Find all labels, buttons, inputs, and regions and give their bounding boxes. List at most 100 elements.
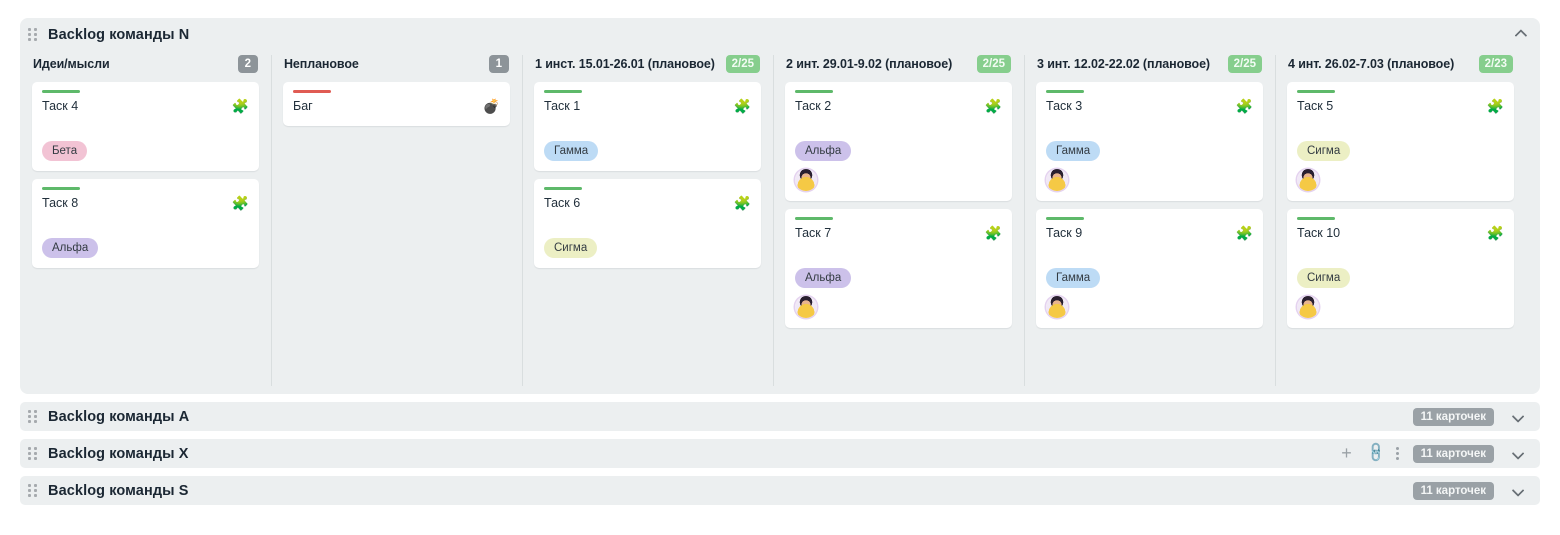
chevron-down-icon[interactable]: [1508, 407, 1530, 427]
card-title-row: Таск 5 🧩: [1297, 99, 1504, 114]
card-title-row: Таск 9🧩: [1046, 226, 1253, 241]
card-title-row: Таск 10 🧩: [1297, 226, 1504, 241]
card-color-bar: [1046, 90, 1084, 93]
column-count-badge: 2/25: [726, 55, 760, 73]
column-count-badge: 2: [238, 55, 258, 73]
card-color-bar: [1046, 217, 1084, 220]
board-column: 1 инст. 15.01-26.01 (плановое)2/25Таск 1…: [522, 51, 773, 394]
task-card[interactable]: Таск 9🧩Гамма: [1036, 209, 1263, 328]
drag-handle-icon[interactable]: [28, 28, 40, 42]
card-tag: Сигма: [1297, 268, 1350, 288]
drag-handle-icon[interactable]: [28, 410, 40, 424]
task-card[interactable]: Таск 7🧩Альфа: [785, 209, 1012, 328]
drag-handle-icon[interactable]: [28, 484, 40, 498]
avatar[interactable]: [1297, 169, 1319, 191]
drag-handle-icon[interactable]: [28, 447, 40, 461]
swimlane-title: Backlog команды N: [48, 27, 189, 43]
card-tag: Альфа: [42, 238, 98, 258]
card-title: Таск 5: [1297, 99, 1333, 114]
puzzle-icon: 🧩: [232, 99, 249, 113]
column-header[interactable]: Неплановое 1: [283, 51, 510, 77]
card-tag: Сигма: [544, 238, 597, 258]
task-card[interactable]: Таск 1🧩Гамма: [534, 82, 761, 171]
more-vertical-icon[interactable]: [1396, 447, 1399, 460]
swimlane-collapsed[interactable]: Backlog команды A+🔗11 карточек: [20, 402, 1540, 431]
card-title: Баг: [293, 99, 313, 114]
column-count-badge: 2/25: [977, 55, 1011, 73]
column-title: 2 инт. 29.01-9.02 (плановое): [786, 57, 952, 71]
swimlane-actions: + 🔗 11 карточек: [1340, 444, 1530, 464]
task-card[interactable]: Таск 6🧩 Сигма: [534, 179, 761, 268]
task-card[interactable]: Таск 3🧩Гамма: [1036, 82, 1263, 201]
column-header[interactable]: 1 инст. 15.01-26.01 (плановое) 2/25: [534, 51, 761, 77]
board-columns: Идеи/мысли2Таск 4🧩БетаТаск 8🧩АльфаНеплан…: [20, 51, 1540, 394]
task-card[interactable]: Таск 8🧩 Альфа: [32, 179, 259, 268]
card-list: Таск 4🧩БетаТаск 8🧩Альфа: [32, 82, 259, 268]
card-list: Таск 5 🧩 СигмаТаск 10 🧩 Сигма: [1287, 82, 1514, 328]
puzzle-icon: 🧩: [1487, 99, 1504, 113]
avatar[interactable]: [1046, 296, 1068, 318]
card-title-row: Таск 8🧩: [42, 196, 249, 211]
task-card[interactable]: Баг 💣: [283, 82, 510, 126]
avatar[interactable]: [1297, 296, 1319, 318]
card-title-row: Баг 💣: [293, 99, 500, 114]
board-column: 4 инт. 26.02-7.03 (плановое)2/23 Таск 5 🧩 С…: [1275, 51, 1526, 394]
card-list: Таск 1🧩ГаммаТаск 6🧩Сигма: [534, 82, 761, 268]
card-title: Таск 10: [1297, 226, 1340, 241]
card-tag: Альфа: [795, 141, 851, 161]
puzzle-icon: 🧩: [1487, 226, 1504, 240]
avatar[interactable]: [1046, 169, 1068, 191]
column-header[interactable]: 4 инт. 26.02-7.03 (плановое)2/23: [1287, 51, 1514, 77]
avatar[interactable]: [795, 296, 817, 318]
task-card[interactable]: Таск 5🧩Сигма: [1287, 82, 1514, 201]
card-color-bar: [42, 90, 80, 93]
task-card[interactable]: Таск 4🧩Бета: [32, 82, 259, 171]
card-color-bar: [1297, 217, 1335, 220]
card-title: Таск 4: [42, 99, 78, 114]
card-tag: Гамма: [544, 141, 598, 161]
card-count-badge: 11 карточек: [1413, 408, 1494, 426]
column-title: Неплановое: [284, 57, 359, 71]
kanban-board-page: Backlog команды N Идеи/мысли2Таск 4🧩Бета…: [0, 0, 1560, 535]
card-color-bar: [293, 90, 331, 93]
swimlane-collapsed[interactable]: Backlog команды S+🔗11 карточек: [20, 476, 1540, 505]
column-title: 4 инт. 26.02-7.03 (плановое): [1288, 57, 1454, 71]
task-card[interactable]: Таск 2🧩 Альфа: [785, 82, 1012, 201]
column-header[interactable]: 2 инт. 29.01-9.02 (плановое) 2/25: [785, 51, 1012, 77]
chevron-down-icon[interactable]: [1508, 481, 1530, 501]
avatar[interactable]: [795, 169, 817, 191]
column-title: 3 инт. 12.02-22.02 (плановое): [1037, 57, 1210, 71]
swimlane-title: Backlog команды A: [48, 409, 189, 425]
column-header[interactable]: Идеи/мысли 2: [32, 51, 259, 77]
column-title: 1 инст. 15.01-26.01 (плановое): [535, 57, 715, 71]
swimlane-actions: +🔗11 карточек: [1340, 481, 1530, 501]
board-column: Неплановое 1 Баг 💣: [271, 51, 522, 394]
chevron-up-icon[interactable]: [1508, 24, 1530, 46]
column-header[interactable]: 3 инт. 12.02-22.02 (плановое)2/25: [1036, 51, 1263, 77]
card-count-badge: 11 карточек: [1413, 482, 1494, 500]
task-card[interactable]: Таск 10 🧩 Сигма: [1287, 209, 1514, 328]
chevron-down-icon[interactable]: [1508, 444, 1530, 464]
card-title-row: Таск 4 🧩: [42, 99, 249, 114]
board-column: 2 инт. 29.01-9.02 (плановое) 2/25 Таск 2🧩 А…: [773, 51, 1024, 394]
collapsed-swimlanes: Backlog команды A+🔗11 карточекBacklog ко…: [20, 402, 1540, 505]
card-count-badge: 11 карточек: [1413, 445, 1494, 463]
bomb-icon: 💣: [483, 99, 500, 113]
column-title: Идеи/мысли: [33, 57, 110, 71]
card-title: Таск 2: [795, 99, 831, 114]
card-title: Таск 8: [42, 196, 78, 211]
add-card-icon[interactable]: +: [1340, 446, 1354, 461]
puzzle-icon: 🧩: [734, 99, 751, 113]
column-count-badge: 1: [489, 55, 509, 73]
card-title: Таск 6: [544, 196, 580, 211]
card-title-row: Таск 6🧩: [544, 196, 751, 211]
swimlane-collapsed[interactable]: Backlog команды X+🔗11 карточек: [20, 439, 1540, 468]
card-title-row: Таск 2🧩: [795, 99, 1002, 114]
card-list: Таск 3🧩ГаммаТаск 9🧩Гамма: [1036, 82, 1263, 328]
board-column: Идеи/мысли2Таск 4🧩БетаТаск 8🧩Альфа: [20, 51, 271, 394]
card-list: Баг 💣: [283, 82, 510, 126]
swimlane-header[interactable]: Backlog команды N: [20, 18, 1540, 51]
card-color-bar: [1297, 90, 1335, 93]
card-color-bar: [544, 187, 582, 190]
link-icon[interactable]: 🔗: [1364, 443, 1385, 464]
